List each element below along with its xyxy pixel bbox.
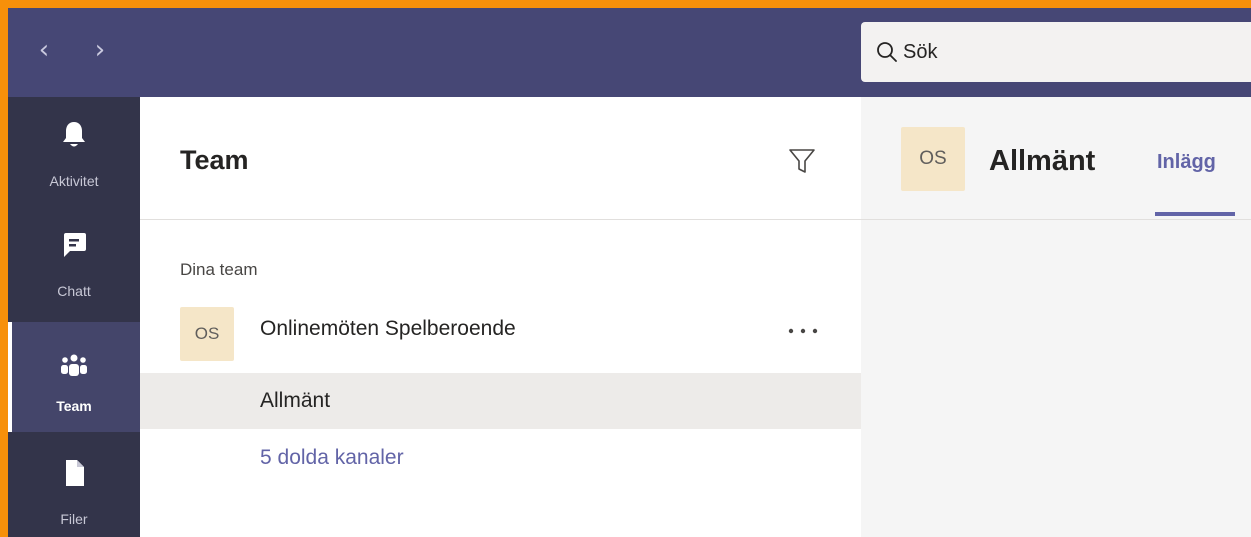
team-row[interactable]: OS Onlinemöten Spelberoende bbox=[140, 295, 861, 361]
more-options-icon[interactable] bbox=[783, 321, 823, 341]
bell-icon bbox=[63, 122, 85, 147]
chat-icon bbox=[64, 233, 86, 257]
teams-panel: Team Dina team OS Onlinemöten Spelberoen… bbox=[140, 97, 861, 537]
channel-item-general[interactable]: Allmänt bbox=[140, 373, 861, 429]
search-input[interactable] bbox=[903, 22, 1243, 82]
rail-item-activity[interactable]: Aktivitet bbox=[8, 97, 140, 207]
channel-avatar: OS bbox=[901, 127, 965, 191]
panel-header: Team bbox=[140, 97, 861, 220]
rail-item-label: Chatt bbox=[57, 283, 91, 299]
rail-item-team[interactable]: Team bbox=[8, 322, 140, 432]
app-window: ‹ › Aktivitet Chatt bbox=[8, 8, 1251, 537]
channel-title: Allmänt bbox=[989, 145, 1096, 177]
channel-content: OS Allmänt Inlägg bbox=[861, 97, 1251, 537]
team-icon bbox=[61, 354, 87, 376]
search-icon bbox=[877, 42, 897, 62]
rail-item-chat[interactable]: Chatt bbox=[8, 207, 140, 317]
rail-item-label: Aktivitet bbox=[49, 173, 99, 189]
team-name: Onlinemöten Spelberoende bbox=[260, 317, 516, 340]
active-tab-indicator bbox=[1155, 212, 1235, 216]
page-title: Team bbox=[180, 145, 249, 175]
search-box[interactable] bbox=[861, 22, 1251, 82]
top-bar: ‹ › bbox=[8, 8, 1251, 97]
chevron-left-icon[interactable]: ‹ bbox=[32, 37, 56, 63]
channel-header: OS Allmänt Inlägg bbox=[861, 97, 1251, 220]
chevron-right-icon[interactable]: › bbox=[88, 37, 112, 63]
hidden-channels-link[interactable]: 5 dolda kanaler bbox=[260, 446, 404, 470]
tab-posts[interactable]: Inlägg bbox=[1157, 151, 1216, 174]
filter-icon[interactable] bbox=[787, 147, 817, 175]
app-rail: Aktivitet Chatt Team Filer bbox=[8, 97, 140, 537]
channel-name: Allmänt bbox=[260, 389, 331, 412]
team-avatar: OS bbox=[180, 307, 234, 361]
section-label: Dina team bbox=[180, 260, 258, 279]
file-icon bbox=[66, 460, 84, 486]
rail-item-label: Team bbox=[56, 398, 92, 414]
rail-item-label: Filer bbox=[60, 511, 88, 527]
rail-item-files[interactable]: Filer bbox=[8, 437, 140, 537]
